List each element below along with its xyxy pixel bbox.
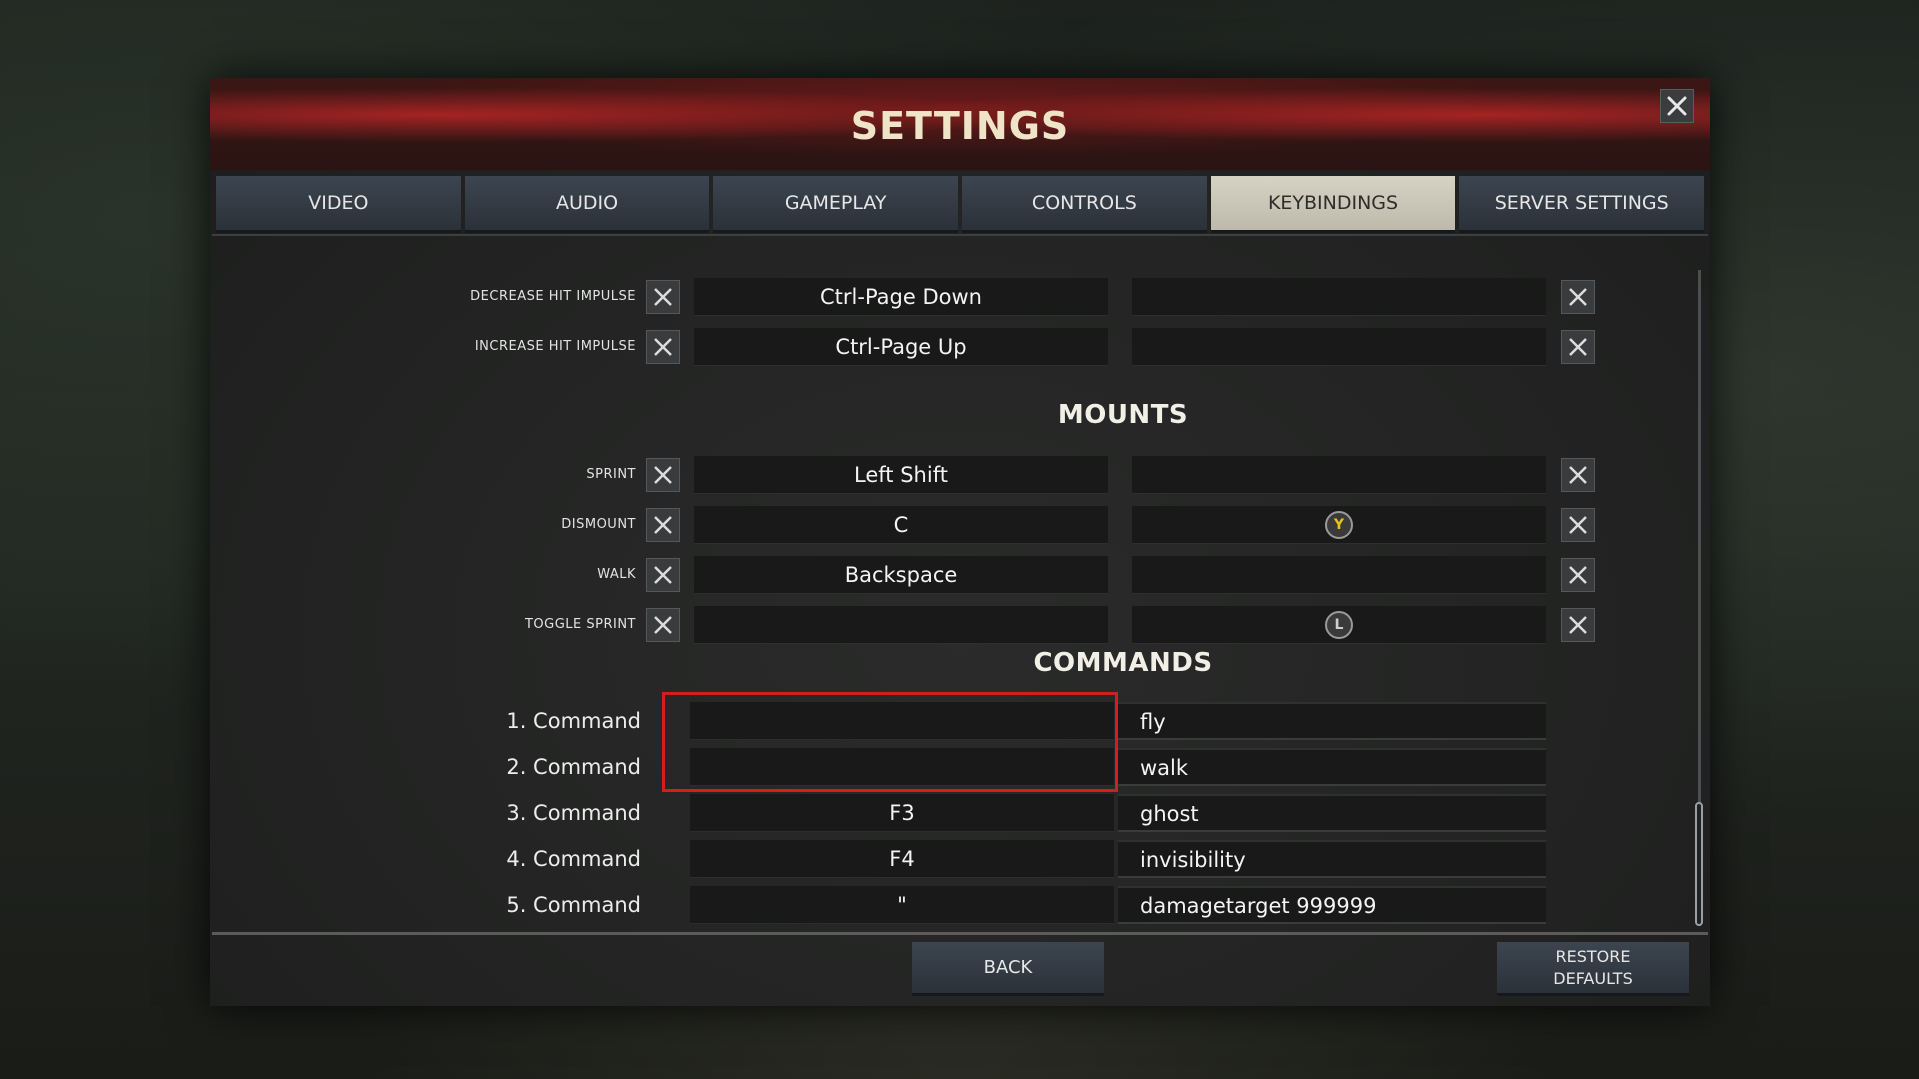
clear-secondary-binding-button[interactable]	[1561, 458, 1595, 492]
section-title-mounts: MOUNTS	[1057, 400, 1189, 430]
command-label: 3. Command	[506, 801, 641, 825]
tab-audio[interactable]: AUDIO	[464, 176, 710, 233]
clear-icon	[654, 516, 672, 534]
secondary-key-field[interactable]	[1132, 328, 1546, 366]
binding-label: SPRINT	[586, 467, 636, 482]
secondary-key-field[interactable]	[1132, 278, 1546, 316]
binding-label: DISMOUNT	[561, 517, 636, 532]
clear-icon	[654, 466, 672, 484]
command-label: 2. Command	[506, 755, 641, 779]
clear-secondary-binding-button[interactable]	[1561, 330, 1595, 364]
clear-binding-button[interactable]	[646, 280, 680, 314]
tab-controls[interactable]: CONTROLS	[962, 176, 1207, 233]
clear-icon	[1569, 288, 1587, 306]
clear-icon	[1569, 338, 1587, 356]
command-text-input[interactable]: ghost	[1118, 794, 1546, 832]
primary-key-field[interactable]: C	[694, 506, 1108, 544]
command-label: 1. Command	[506, 709, 641, 733]
clear-icon	[1569, 516, 1587, 534]
primary-key-field[interactable]: Ctrl-Page Up	[694, 328, 1108, 366]
primary-key-field[interactable]: Left Shift	[694, 456, 1108, 494]
primary-key-field[interactable]: Ctrl-Page Down	[694, 278, 1108, 316]
clear-icon	[654, 566, 672, 584]
clear-secondary-binding-button[interactable]	[1561, 280, 1595, 314]
tabs-divider	[212, 234, 1708, 236]
clear-binding-button[interactable]	[646, 508, 680, 542]
command-label: 5. Command	[506, 893, 641, 917]
binding-label: INCREASE HIT IMPULSE	[474, 339, 636, 354]
close-icon	[1667, 96, 1687, 116]
command-text-input[interactable]: damagetarget 999999	[1118, 886, 1546, 924]
restore-defaults-button[interactable]: RESTORE DEFAULTS	[1497, 942, 1689, 996]
tab-server-settings[interactable]: SERVER SETTINGS	[1459, 176, 1705, 233]
secondary-key-field[interactable]: Y	[1132, 506, 1546, 544]
secondary-key-field[interactable]	[1132, 556, 1546, 594]
clear-secondary-binding-button[interactable]	[1561, 508, 1595, 542]
restore-label-line2: DEFAULTS	[1553, 968, 1633, 988]
clear-icon	[1569, 466, 1587, 484]
binding-label: DECREASE HIT IMPULSE	[470, 289, 636, 304]
tab-video[interactable]: VIDEO	[216, 176, 461, 233]
clear-icon	[654, 338, 672, 356]
clear-secondary-binding-button[interactable]	[1561, 558, 1595, 592]
clear-icon	[1569, 616, 1587, 634]
command-label: 4. Command	[506, 847, 641, 871]
primary-key-field[interactable]	[694, 606, 1108, 644]
binding-label: TOGGLE SPRINT	[524, 617, 636, 632]
clear-icon	[654, 288, 672, 306]
command-text-input[interactable]: walk	[1118, 748, 1546, 786]
highlight-box	[662, 692, 1118, 792]
clear-binding-button[interactable]	[646, 458, 680, 492]
command-key-field[interactable]: F4	[690, 840, 1114, 878]
section-title-commands: COMMANDS	[1033, 648, 1213, 678]
command-text-input[interactable]: invisibility	[1118, 840, 1546, 878]
command-key-field[interactable]: "	[690, 886, 1114, 924]
secondary-key-field[interactable]	[1132, 456, 1546, 494]
clear-binding-button[interactable]	[646, 558, 680, 592]
primary-key-field[interactable]: Backspace	[694, 556, 1108, 594]
restore-label-line1: RESTORE	[1555, 946, 1631, 966]
binding-label: WALK	[597, 567, 636, 582]
tab-keybindings[interactable]: KEYBINDINGS	[1210, 176, 1456, 233]
command-key-field[interactable]: F3	[690, 794, 1114, 832]
page-title: SETTINGS	[850, 104, 1070, 148]
clear-icon	[654, 616, 672, 634]
scrollbar-thumb[interactable]	[1695, 802, 1703, 926]
gamepad-y-button-icon: Y	[1325, 511, 1353, 539]
clear-binding-button[interactable]	[646, 608, 680, 642]
clear-secondary-binding-button[interactable]	[1561, 608, 1595, 642]
footer-divider	[212, 932, 1708, 935]
close-button[interactable]	[1660, 89, 1694, 123]
command-text-input[interactable]: fly	[1118, 702, 1546, 740]
gamepad-left-stick-icon: L	[1325, 611, 1353, 639]
back-button[interactable]: BACK	[912, 942, 1104, 996]
clear-binding-button[interactable]	[646, 330, 680, 364]
settings-tabs: VIDEO AUDIO GAMEPLAY CONTROLS KEYBINDING…	[216, 176, 1705, 233]
clear-icon	[1569, 566, 1587, 584]
tab-gameplay[interactable]: GAMEPLAY	[713, 176, 959, 233]
secondary-key-field[interactable]: L	[1132, 606, 1546, 644]
